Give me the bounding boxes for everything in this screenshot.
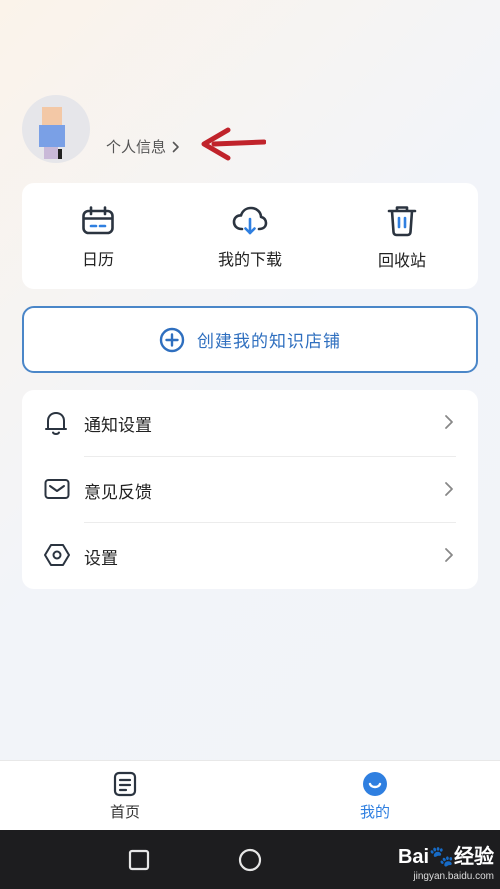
quick-action-label: 我的下载 [217,250,282,269]
trash-icon [387,206,417,237]
document-icon [113,771,137,797]
watermark-url: jingyan.baidu.com [413,871,494,882]
menu-item-label: 设置 [84,548,118,569]
annotation-arrow-icon [201,127,266,161]
menu-item-notification-settings[interactable]: 通知设置 [22,390,478,456]
hexagon-settings-icon [44,544,70,566]
my-downloads-button[interactable]: 我的下载 [174,183,326,289]
chevron-right-icon [445,415,453,429]
calendar-icon [82,206,114,235]
quick-action-label: 日历 [81,250,114,269]
create-store-label: 创建我的知识店铺 [197,332,341,352]
chevron-right-icon [445,548,453,562]
tab-label: 首页 [109,803,140,821]
watermark-brand: Bai🐾经验 [397,846,494,868]
tab-mine[interactable]: 我的 [250,761,500,831]
quick-action-label: 回收站 [377,251,426,270]
bottom-tab-bar: 首页 我的 [0,760,500,830]
avatar[interactable] [22,95,90,163]
menu-item-settings[interactable]: 设置 [22,523,478,589]
quick-actions-card: 日历 我的下载 回收站 [22,183,478,289]
calendar-button[interactable]: 日历 [22,183,174,289]
chevron-right-icon [445,482,453,496]
smile-icon [363,772,387,796]
menu-item-label: 通知设置 [84,415,152,436]
cloud-download-icon [232,206,268,235]
profile-section: 个人信息 [22,95,342,165]
tab-home[interactable]: 首页 [0,761,250,831]
recycle-bin-button[interactable]: 回收站 [326,183,478,289]
chevron-right-icon [172,141,179,152]
plus-circle-icon [159,327,185,352]
menu-item-feedback[interactable]: 意见反馈 [22,457,478,523]
personal-info-label: 个人信息 [106,138,167,156]
tab-label: 我的 [359,803,390,821]
envelope-icon [44,479,70,499]
system-nav-bar: Bai🐾经验 jingyan.baidu.com [0,830,500,889]
bell-icon [45,412,67,435]
baidu-jingyan-watermark: Bai🐾经验 jingyan.baidu.com [398,840,494,882]
create-knowledge-store-button[interactable]: 创建我的知识店铺 [22,306,478,373]
settings-menu-card: 通知设置 意见反馈 设置 [22,390,478,589]
personal-info-link[interactable]: 个人信息 [106,136,180,157]
menu-item-label: 意见反馈 [84,482,152,503]
home-circle-icon[interactable] [238,848,262,872]
recent-apps-icon[interactable] [128,849,150,871]
